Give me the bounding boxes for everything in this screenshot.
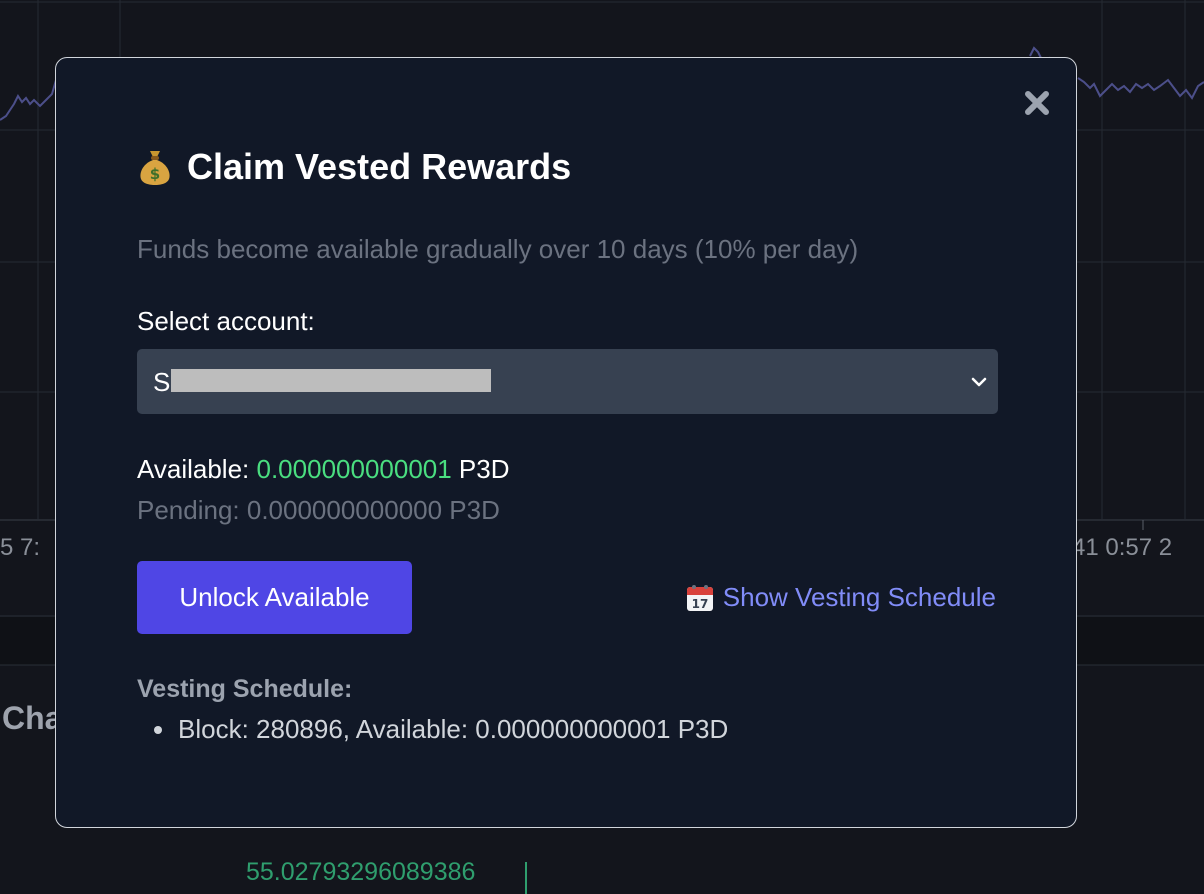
modal-description: Funds become available gradually over 10…	[137, 234, 859, 264]
available-label: Available:	[137, 454, 257, 484]
available-balance: Available: 0.000000000001 P3D	[137, 454, 510, 485]
modal-title: $ Claim Vested Rewards	[138, 146, 571, 188]
chevron-down-icon	[971, 377, 987, 387]
vesting-schedule-list: Block: 280896, Available: 0.000000000001…	[137, 714, 728, 745]
pending-balance: Pending: 0.000000000000 P3D	[137, 495, 500, 525]
select-account-label: Select account:	[137, 306, 315, 336]
claim-rewards-modal: $ Claim Vested Rewards Funds become avai…	[55, 57, 1077, 828]
available-amount: 0.000000000001	[256, 454, 452, 484]
svg-text:$: $	[150, 165, 160, 183]
modal-title-text: Claim Vested Rewards	[187, 146, 572, 187]
list-item: Block: 280896, Available: 0.000000000001…	[137, 714, 728, 745]
redacted-account-name	[171, 369, 491, 392]
unlock-available-button[interactable]: Unlock Available	[137, 561, 412, 634]
available-unit: P3D	[451, 454, 510, 484]
vesting-schedule-heading: Vesting Schedule:	[137, 675, 353, 703]
show-vesting-schedule-label: Show Vesting Schedule	[722, 582, 996, 612]
close-icon	[1025, 91, 1049, 115]
schedule-entry-text: Block: 280896, Available: 0.000000000001…	[178, 714, 729, 744]
close-button[interactable]	[1020, 86, 1054, 120]
show-vesting-schedule-link[interactable]: 17 Show Vesting Schedule	[685, 582, 996, 613]
account-select[interactable]: S 16.547 P3D	[137, 349, 998, 414]
background-section-title: Cha	[2, 700, 63, 736]
svg-text:17: 17	[691, 597, 708, 611]
background-axis-label-left: 5 7:	[0, 534, 41, 561]
bullet-icon	[154, 725, 162, 734]
calendar-icon: 17	[685, 583, 715, 613]
background-axis-label-right: 41 0:57 2	[1072, 534, 1173, 561]
background-value-label: 55.02793296089386	[246, 858, 476, 886]
money-bag-icon: $	[138, 148, 172, 186]
